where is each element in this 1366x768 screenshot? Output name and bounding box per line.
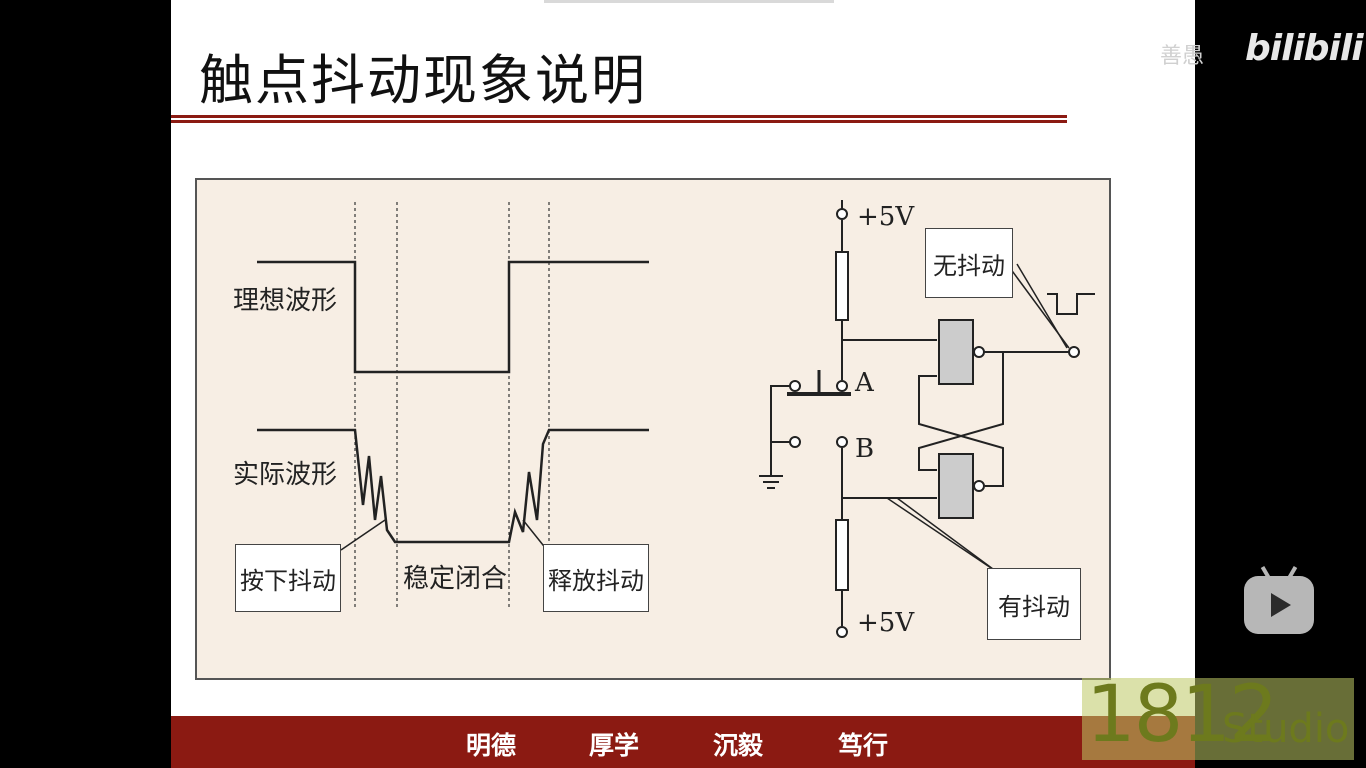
uploader-name: 善愚: [1160, 44, 1205, 69]
title-rule-lower: [171, 120, 1067, 123]
contact-a-label: A: [855, 368, 874, 398]
contact-a-node: [836, 380, 848, 392]
nand-bottom-bubble: [973, 480, 985, 492]
contact-b-node: [836, 436, 848, 448]
play-triangle-icon: [1271, 593, 1291, 617]
ideal-waveform-label: 理想波形: [233, 286, 338, 316]
nand-gate-top: [938, 319, 974, 385]
motto-4: 笃行: [838, 731, 889, 760]
top-strip: [544, 0, 834, 3]
press-callout-leader: [340, 519, 386, 551]
ideal-waveform: [257, 260, 649, 374]
pullup-resistor-bottom: [835, 519, 849, 591]
stable-closed-label: 稳定闭合: [403, 564, 508, 594]
motto-1: 明德: [466, 731, 517, 760]
has-bounce-callout: 有抖动: [987, 568, 1081, 640]
switch-pivot: [789, 380, 801, 392]
vcc-bottom-label: +5V: [857, 608, 915, 638]
press-bounce-callout: 按下抖动: [235, 544, 341, 612]
switch-common-wire: [770, 385, 791, 476]
switch-lower-terminal: [789, 436, 801, 448]
bilibili-logo: bilibili: [1245, 28, 1364, 69]
motto-2: 厚学: [589, 731, 640, 760]
output-pulse-symbol: [1047, 293, 1095, 315]
studio-watermark: 1812 Studio: [1082, 678, 1354, 760]
watermark-word: Studio: [1222, 706, 1350, 752]
play-icon-ear-left: [1260, 565, 1272, 581]
no-bounce-callout: 无抖动: [925, 228, 1013, 298]
vcc-top-node: [836, 208, 848, 220]
contact-b-label: B: [855, 434, 875, 464]
bounce-figure: 理想波形 实际波形 按下抖动 稳定闭合 释放抖动 +5V A B +5V 无抖动…: [195, 178, 1111, 680]
release-bounce-callout: 释放抖动: [543, 544, 649, 612]
actual-waveform-label: 实际波形: [233, 460, 338, 490]
pullup-resistor-top: [835, 251, 849, 321]
title-rule-upper: [171, 115, 1067, 118]
nand-top-bubble: [973, 346, 985, 358]
vcc-top-label: +5V: [857, 202, 915, 232]
slide: 触点抖动现象说明 理想波形 实际波形 按下抖动 稳定闭合 释放抖动 +5V A …: [171, 0, 1195, 768]
bilibili-play-icon[interactable]: [1244, 565, 1314, 634]
slide-title: 触点抖动现象说明: [199, 49, 647, 112]
output-terminal: [1068, 346, 1080, 358]
nand-gate-bottom: [938, 453, 974, 519]
play-icon-ear-right: [1286, 565, 1298, 581]
no-bounce-leader-2: [1016, 263, 1068, 349]
vcc-bottom-node: [836, 626, 848, 638]
footer-bar: 明德 厚学 沉毅 笃行: [171, 716, 1195, 768]
motto-3: 沉毅: [713, 731, 764, 760]
